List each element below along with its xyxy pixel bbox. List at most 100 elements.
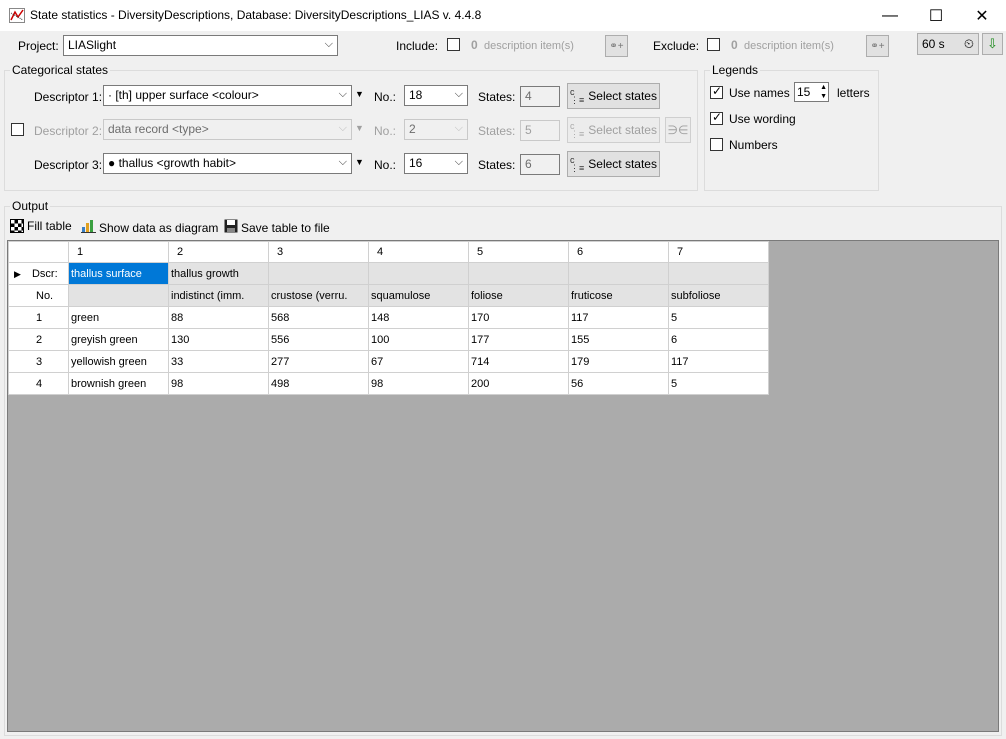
table-cell[interactable] [468,262,569,285]
table-cell[interactable]: 56 [568,372,669,395]
use-wording-checkbox[interactable] [710,110,723,125]
column-header[interactable]: 1 [68,241,169,263]
statistics-table: 1 2 3 4 5 6 7 ▶ Dscr: thallus surface th… [8,241,769,395]
row-header[interactable]: 2 [8,328,69,351]
data-grid[interactable]: 1 2 3 4 5 6 7 ▶ Dscr: thallus surface th… [7,240,999,732]
table-cell[interactable]: crustose (verru. [268,284,369,307]
descriptor-3-menu-arrow[interactable]: ▼ [355,157,364,167]
table-cell[interactable] [568,262,669,285]
select-states-icon: c ⋮≡ [570,155,585,173]
table-cell[interactable]: 5 [668,306,769,329]
swap-icon: ∋∈ [667,123,689,137]
use-names-checkbox[interactable] [710,84,723,99]
column-header[interactable]: 5 [468,241,569,263]
table-cell[interactable]: 170 [468,306,569,329]
checkered-flag-icon [10,219,24,233]
table-cell[interactable] [368,262,469,285]
table-cell[interactable]: 67 [368,350,469,373]
table-cell[interactable]: thallus growth [168,262,269,285]
exclude-checkbox[interactable] [707,38,720,51]
descriptor-1-no-select[interactable]: 18 ⌵ [404,85,468,106]
numbers-checkbox[interactable] [710,138,723,151]
column-header[interactable]: 6 [568,241,669,263]
show-diagram-label: Show data as diagram [99,220,219,235]
row-header[interactable]: 1 [8,306,69,329]
descriptor-1-states-value: 4 [520,86,560,107]
table-cell[interactable]: yellowish green [68,350,169,373]
descriptor-1-menu-arrow[interactable]: ▼ [355,89,364,99]
table-cell[interactable]: 148 [368,306,469,329]
descriptor-2-select[interactable]: data record <type> ⌵ [103,119,352,140]
table-cell[interactable]: 498 [268,372,369,395]
table-cell[interactable]: subfoliose [668,284,769,307]
descriptor-2-no-select[interactable]: 2 ⌵ [404,119,468,140]
descriptor-1-select-states-button[interactable]: c ⋮≡ Select states [567,83,660,109]
descriptor-3-select-states-button[interactable]: c ⋮≡ Select states [567,151,660,177]
descriptor-3-select[interactable]: ● thallus <growth habit> ⌵ [103,153,352,174]
maximize-button[interactable]: ☐ [913,0,959,31]
column-header[interactable]: 2 [168,241,269,263]
corner-cell[interactable] [8,241,69,263]
table-cell[interactable]: 155 [568,328,669,351]
table-cell[interactable] [668,262,769,285]
table-cell[interactable]: 88 [168,306,269,329]
table-cell[interactable]: 98 [168,372,269,395]
dscr-label: Dscr: [31,267,58,280]
table-cell[interactable]: brownish green [68,372,169,395]
table-cell[interactable]: indistinct (imm. [168,284,269,307]
spinner-arrows-icon[interactable]: ▲ ▼ [820,83,827,101]
table-cell[interactable]: 568 [268,306,369,329]
export-button[interactable]: ⇩ [982,33,1003,55]
timer-button[interactable]: 60 s ⏲ [917,33,979,55]
table-cell[interactable]: greyish green [68,328,169,351]
descriptor-2-menu-arrow[interactable]: ▼ [355,123,364,133]
table-cell[interactable]: 98 [368,372,469,395]
row-header[interactable]: ▶ Dscr: [8,262,69,285]
descriptor-2-swap-button[interactable]: ∋∈ [665,117,691,143]
descriptor-1-select-states-label: Select states [588,89,657,103]
save-table-button[interactable]: Save table to file [224,219,330,236]
project-select[interactable]: LIASlight ⌵ [63,35,338,56]
table-cell[interactable]: green [68,306,169,329]
chevron-down-icon: ⌵ [338,122,347,134]
table-cell[interactable]: 277 [268,350,369,373]
table-cell[interactable]: 117 [568,306,669,329]
table-cell[interactable]: 130 [168,328,269,351]
show-diagram-button[interactable]: Show data as diagram [81,219,218,236]
table-cell[interactable]: 33 [168,350,269,373]
table-cell[interactable]: 200 [468,372,569,395]
include-add-button[interactable]: ⚭+ [605,35,628,57]
column-header[interactable]: 7 [668,241,769,263]
table-cell[interactable]: 117 [668,350,769,373]
close-button[interactable]: ✕ [959,0,1005,31]
include-checkbox[interactable] [447,38,460,51]
table-cell[interactable]: 100 [368,328,469,351]
fill-table-button[interactable]: Fill table [10,219,72,233]
table-cell[interactable]: 177 [468,328,569,351]
exclude-add-button[interactable]: ⚭+ [866,35,889,57]
table-cell[interactable]: 556 [268,328,369,351]
letters-spinner[interactable]: 15 ▲ ▼ [794,82,829,102]
column-header[interactable]: 3 [268,241,369,263]
column-header[interactable]: 4 [368,241,469,263]
row-header[interactable]: No. [8,284,69,307]
table-cell[interactable] [268,262,369,285]
descriptor-3-no-select[interactable]: 16 ⌵ [404,153,468,174]
table-cell[interactable]: thallus surface [68,262,169,285]
descriptor-2-select-states-button[interactable]: c ⋮≡ Select states [567,117,660,143]
table-cell[interactable]: foliose [468,284,569,307]
table-cell[interactable]: 714 [468,350,569,373]
table-cell[interactable]: 5 [668,372,769,395]
minimize-button[interactable]: — [867,0,913,31]
table-cell[interactable]: squamulose [368,284,469,307]
table-cell[interactable]: fruticose [568,284,669,307]
row-header[interactable]: 4 [8,372,69,395]
title-bar: State statistics - DiversityDescriptions… [0,0,1006,31]
descriptor-2-checkbox[interactable] [11,123,24,136]
table-cell[interactable] [68,284,169,307]
table-cell[interactable]: 6 [668,328,769,351]
table-cell[interactable]: 179 [568,350,669,373]
descriptor-2-states-value: 5 [520,120,560,141]
descriptor-1-select[interactable]: · [th] upper surface <colour> ⌵ [103,85,352,106]
row-header[interactable]: 3 [8,350,69,373]
